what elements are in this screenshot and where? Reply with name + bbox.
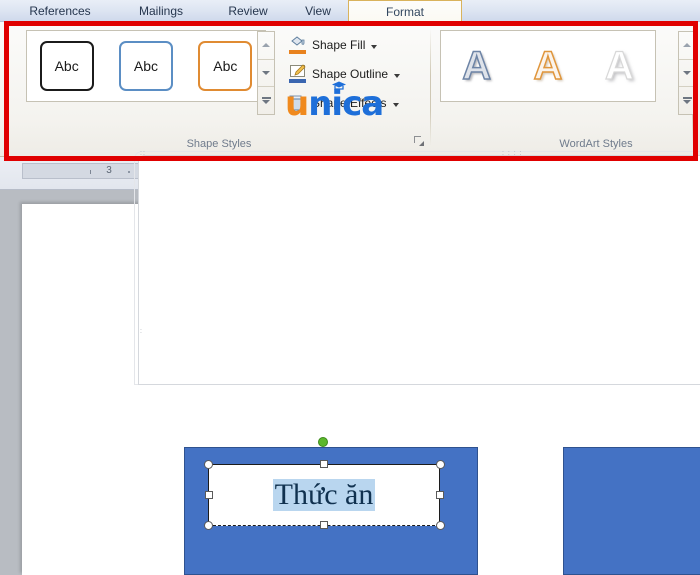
ribbon-separator-left — [8, 28, 9, 146]
pencil-outline-icon — [289, 65, 307, 83]
shape-style-preview-black: Abc — [40, 41, 94, 91]
wordart-styles-scroll-spinner[interactable] — [678, 31, 696, 115]
group-shape-styles: Abc Abc Abc — [14, 24, 428, 154]
chevron-down-icon[interactable] — [393, 103, 399, 107]
chevron-down-icon[interactable] — [394, 74, 400, 78]
shape-outline-label: Shape Outline — [312, 67, 388, 81]
shape-effects-button[interactable]: Shape Effects — [286, 90, 402, 116]
resize-handle-bottom-right[interactable] — [436, 521, 445, 530]
resize-handle-top-left[interactable] — [204, 460, 213, 469]
ribbon-tab-bar: References Mailings Review View Format — [0, 0, 700, 22]
canvas-grip-left-icon[interactable]: : — [140, 330, 143, 334]
wordart-more-button[interactable] — [679, 87, 695, 114]
tab-format[interactable]: Format — [348, 0, 462, 23]
rotation-handle[interactable] — [318, 437, 328, 447]
shape-style-thumb-1[interactable]: Abc — [27, 39, 106, 94]
resize-handle-bottom-center[interactable] — [320, 521, 328, 529]
wordart-scroll-up-button[interactable] — [679, 32, 695, 60]
shape-style-label-2: Abc — [134, 58, 158, 74]
resize-handle-top-right[interactable] — [436, 460, 445, 469]
triangle-down-icon — [262, 71, 270, 75]
chevron-down-icon[interactable] — [371, 45, 377, 49]
shape-styles-dialog-launcher[interactable] — [412, 134, 425, 147]
shape-styles-gallery[interactable]: Abc Abc Abc — [26, 30, 266, 102]
shape-style-thumb-3[interactable]: Abc — [186, 39, 265, 94]
group-wordart-styles: A A A WordArt Styles — [436, 24, 692, 154]
ribbon-separator-mid — [430, 28, 431, 146]
tab-view[interactable]: View — [288, 0, 348, 22]
wordart-style-thumb-2[interactable]: A — [512, 39, 583, 94]
launcher-arrow-icon — [419, 141, 424, 146]
wordart-scroll-down-button[interactable] — [679, 60, 695, 88]
ruler-number-left-3: 3 — [106, 165, 112, 176]
more-line-icon — [262, 97, 271, 99]
fill-color-indicator — [289, 50, 306, 54]
triangle-down-icon — [262, 100, 270, 104]
resize-handle-middle-right[interactable] — [436, 491, 444, 499]
shape-effects-glyph — [289, 94, 307, 112]
shape-styles-scroll-down-button[interactable] — [258, 60, 274, 88]
canvas-grip-topleft-icon[interactable]: :: — [140, 152, 146, 156]
shape-styles-more-button[interactable] — [258, 87, 274, 114]
wordart-preview-blue: A — [462, 46, 491, 86]
drawing-canvas[interactable] — [138, 155, 700, 385]
paint-bucket-glyph — [290, 36, 306, 48]
triangle-down-icon — [683, 100, 691, 104]
word-application-window: References Mailings Review View Format A… — [0, 0, 700, 575]
pencil-glyph — [293, 64, 307, 78]
wordart-style-thumb-3[interactable]: A — [584, 39, 655, 94]
resize-handle-top-center[interactable] — [320, 460, 328, 468]
canvas-grip-top-icon[interactable]: : : : : — [502, 152, 523, 156]
tab-references-label: References — [29, 4, 90, 18]
paint-bucket-icon — [289, 36, 307, 54]
shape-outline-button[interactable]: Shape Outline — [286, 61, 403, 87]
tab-view-label: View — [305, 4, 331, 18]
shape-style-label-1: Abc — [55, 58, 79, 74]
wordart-preview-orange: A — [534, 46, 563, 86]
shape-styles-scroll-up-button[interactable] — [258, 32, 274, 60]
tab-mailings[interactable]: Mailings — [120, 0, 202, 22]
group-label-wordart-styles: WordArt Styles — [496, 138, 696, 150]
shape-styles-scroll-spinner[interactable] — [257, 31, 275, 115]
wordart-styles-gallery[interactable]: A A A — [440, 30, 656, 102]
triangle-up-icon — [683, 43, 691, 47]
more-line-icon — [683, 97, 692, 99]
shape-style-label-3: Abc — [213, 58, 237, 74]
triangle-down-icon — [683, 71, 691, 75]
text-box-content[interactable]: Thức ăn — [273, 479, 376, 511]
tab-format-label: Format — [386, 5, 424, 19]
triangle-up-icon — [262, 43, 270, 47]
wordart-preview-white: A — [605, 46, 634, 86]
resize-handle-bottom-left[interactable] — [204, 521, 213, 530]
tab-references[interactable]: References — [10, 0, 110, 22]
shape-style-preview-blue: Abc — [119, 41, 173, 91]
shape-effects-icon — [289, 94, 307, 112]
resize-handle-middle-left[interactable] — [205, 491, 213, 499]
group-label-shape-styles: Shape Styles — [74, 138, 364, 150]
shape-fill-label: Shape Fill — [312, 38, 365, 52]
shape-style-preview-orange: Abc — [198, 41, 252, 91]
tab-review[interactable]: Review — [212, 0, 284, 22]
outline-color-indicator — [289, 79, 306, 83]
blue-rectangle-right[interactable] — [563, 447, 700, 575]
ribbon: Abc Abc Abc — [0, 22, 700, 157]
selected-text-box[interactable]: Thức ăn — [208, 464, 440, 526]
wordart-style-thumb-1[interactable]: A — [441, 39, 512, 94]
tab-mailings-label: Mailings — [139, 4, 183, 18]
shape-effects-label: Shape Effects — [312, 96, 387, 110]
shape-fill-button[interactable]: Shape Fill — [286, 32, 380, 58]
tab-review-label: Review — [228, 4, 267, 18]
shape-style-thumb-2[interactable]: Abc — [106, 39, 185, 94]
